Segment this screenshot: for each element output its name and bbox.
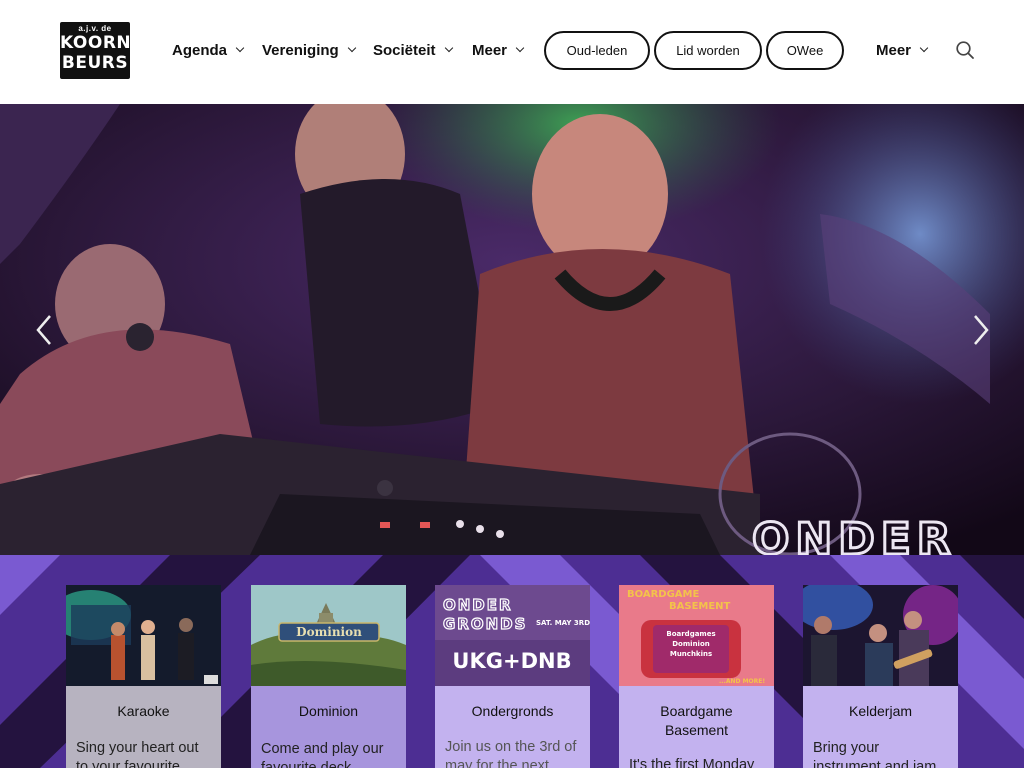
- chevron-down-icon: [347, 43, 356, 53]
- logo-subtitle: a.j.v. de: [78, 24, 112, 33]
- svg-text:UKG+DNB: UKG+DNB: [452, 649, 571, 673]
- nav-item-label: Agenda: [172, 41, 228, 59]
- event-card-body: Kelderjam Bring your instrument and jam: [803, 686, 958, 768]
- nav-item-vereniging[interactable]: Vereniging: [262, 38, 356, 62]
- event-card-kelderjam[interactable]: Kelderjam Bring your instrument and jam: [803, 585, 958, 768]
- event-title: Karaoke: [117, 703, 170, 719]
- nav-item-label: Meer: [876, 41, 912, 59]
- hero-image: ONDER: [0, 104, 1024, 555]
- event-thumbnail: ONDER GRONDS SAT. MAY 3RD UKG+DNB: [435, 585, 590, 686]
- owee-button[interactable]: OWee: [766, 31, 844, 70]
- nav-item-label: Vereniging: [262, 41, 339, 59]
- chevron-down-icon: [515, 43, 525, 53]
- event-thumbnail: [66, 585, 221, 686]
- event-card-body: Dominion Come and play our favourite dec…: [251, 686, 406, 768]
- event-card-karaoke[interactable]: Karaoke Sing your heart out to your favo…: [66, 585, 221, 768]
- events-section: Karaoke Sing your heart out to your favo…: [0, 555, 1024, 768]
- nav-item-label: Meer: [472, 41, 508, 59]
- search-icon[interactable]: [955, 40, 975, 60]
- svg-text:ONDER: ONDER: [443, 596, 513, 614]
- hero-overlay-text: ONDER: [752, 514, 957, 555]
- event-thumbnail: [803, 585, 958, 686]
- event-card-boardgame-basement[interactable]: BOARDGAME BASEMENT Boardgames Dominion M…: [619, 585, 774, 768]
- site-header: a.j.v. de KOORN BEURS Agenda Vereniging …: [0, 0, 1024, 100]
- svg-text:...AND MORE!: ...AND MORE!: [719, 678, 765, 685]
- event-card-body: Boardgame Basement It's the first Monday: [619, 686, 774, 768]
- event-card-body: Karaoke Sing your heart out to your favo…: [66, 686, 221, 768]
- svg-text:SAT. MAY 3RD: SAT. MAY 3RD: [536, 619, 590, 627]
- nav-item-meer[interactable]: Meer: [472, 38, 525, 62]
- event-card-ondergronds[interactable]: ONDER GRONDS SAT. MAY 3RD UKG+DNB Onderg…: [435, 585, 590, 768]
- nav-item-agenda[interactable]: Agenda: [172, 38, 245, 62]
- nav-item-societeit[interactable]: Sociëteit: [373, 38, 453, 62]
- chevron-right-icon[interactable]: [965, 312, 995, 348]
- svg-text:BOARDGAME: BOARDGAME: [627, 589, 699, 600]
- event-description: Join us on the 3rd of may for the next: [445, 739, 577, 768]
- hero-carousel[interactable]: ONDER: [0, 104, 1024, 555]
- event-description: Sing your heart out to your favourite: [76, 740, 199, 768]
- event-thumbnail: Dominion: [251, 585, 406, 686]
- event-title: Ondergronds: [471, 703, 554, 719]
- chevron-down-icon: [444, 43, 453, 53]
- svg-text:Dominion: Dominion: [296, 625, 362, 639]
- logo[interactable]: a.j.v. de KOORN BEURS: [60, 22, 130, 79]
- event-card-body: Ondergronds Join us on the 3rd of may fo…: [435, 686, 590, 768]
- logo-line-2: BEURS: [61, 53, 129, 73]
- event-title: Kelderjam: [848, 703, 913, 719]
- chevron-down-icon: [235, 43, 245, 53]
- chevron-left-icon[interactable]: [30, 312, 60, 348]
- svg-text:BASEMENT: BASEMENT: [669, 601, 731, 612]
- nav-item-label: Sociëteit: [373, 41, 436, 59]
- event-thumbnail: BOARDGAME BASEMENT Boardgames Dominion M…: [619, 585, 774, 686]
- svg-text:GRONDS: GRONDS: [443, 615, 527, 633]
- event-card-dominion[interactable]: Dominion Dominion Come and play our favo…: [251, 585, 406, 768]
- oud-leden-button[interactable]: Oud-leden: [544, 31, 650, 70]
- logo-line-1: KOORN: [60, 33, 130, 53]
- nav-item-more[interactable]: Meer: [876, 38, 929, 62]
- event-title: Dominion: [298, 703, 359, 719]
- event-description: Come and play our favourite deck: [261, 741, 384, 768]
- event-description: It's the first Monday: [629, 757, 755, 768]
- lid-worden-button[interactable]: Lid worden: [654, 31, 762, 70]
- chevron-down-icon: [919, 43, 929, 53]
- event-description: Bring your instrument and jam: [813, 740, 937, 768]
- event-title: Boardgame Basement: [660, 703, 733, 738]
